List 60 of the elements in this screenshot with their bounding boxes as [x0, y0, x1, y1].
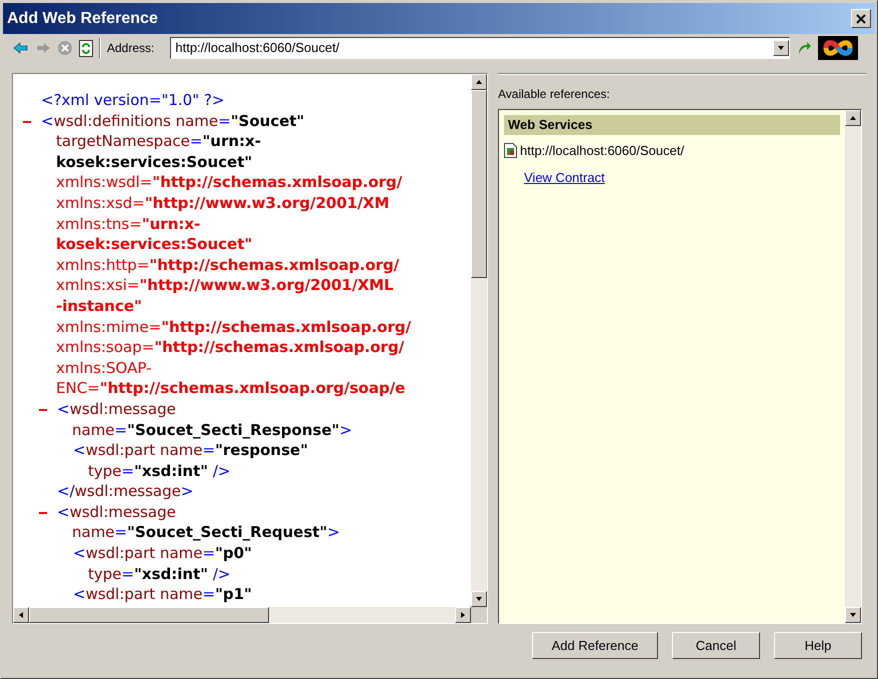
xml-line: xmlns:xsd="http://www.w3.org/2001/XM [56, 194, 390, 212]
scroll-thumb[interactable] [471, 90, 487, 278]
vertical-scrollbar[interactable] [471, 74, 487, 607]
scroll-down-button[interactable] [471, 591, 487, 607]
xml-line: <?xml version="1.0" ?> [41, 91, 224, 109]
close-button[interactable] [851, 9, 871, 28]
close-icon [856, 14, 866, 24]
xml-line: <wsdl:definitions name="Soucet" [41, 112, 304, 130]
xml-line: type="xsd:int" /> [88, 462, 230, 480]
xml-line: kosek:services:Soucet" [56, 235, 252, 254]
back-arrow-icon[interactable] [13, 41, 29, 55]
scroll-left-button[interactable] [13, 607, 29, 623]
logo-icon [818, 36, 858, 60]
arrow-icon [777, 44, 786, 52]
xml-line: xmlns:mime="http://schemas.xmlsoap.org/ [56, 318, 411, 336]
dropdown-button[interactable] [773, 40, 790, 56]
scroll-down-button[interactable] [845, 607, 861, 623]
arrow-icon [849, 114, 857, 122]
xml-line: <wsdl:part name="p1" [73, 585, 252, 604]
arrow-icon [17, 611, 25, 619]
xml-line: <wsdl:part name="p0" [73, 544, 252, 562]
xml-line: name="Soucet_Secti_Request"> [72, 523, 340, 542]
vertical-scrollbar[interactable] [845, 110, 861, 623]
xml-line: name="Soucet_Secti_Response"> [72, 420, 352, 438]
xml-line: <wsdl:part name="response" [73, 441, 308, 460]
scroll-up-button[interactable] [845, 110, 861, 126]
scroll-up-button[interactable] [471, 74, 487, 90]
service-url: http://localhost:6060/Soucet/ [520, 142, 684, 160]
xml-line: targetNamespace="urn:x- [56, 132, 261, 150]
dialog-button[interactable]: Cancel [672, 632, 760, 659]
address-field[interactable]: http://localhost:6060/Soucet/ [170, 37, 790, 59]
stop-icon[interactable] [57, 40, 73, 56]
xml-line: <wsdl:message [57, 400, 176, 418]
xml-line: </wsdl:message> [57, 482, 194, 500]
horizontal-scrollbar[interactable] [13, 607, 471, 623]
xml-line: xmlns:soap="http://schemas.xmlsoap.org/ [56, 338, 404, 356]
arrow-icon [849, 611, 857, 619]
xml-line: xmlns:http="http://schemas.xmlsoap.org/ [56, 256, 400, 274]
dialog-button[interactable]: Help [774, 632, 862, 659]
arrow-icon [475, 78, 483, 86]
xml-line: -instance" [56, 296, 142, 315]
document-icon [504, 143, 517, 158]
xml-line: xmlns:wsdl="http://schemas.xmlsoap.org/ [56, 173, 402, 192]
address-label: Address: [107, 40, 154, 57]
window-title: Add Web Reference [7, 8, 158, 28]
xml-line: type="xsd:int" /> [88, 564, 230, 583]
scroll-thumb[interactable] [29, 607, 269, 623]
section-header: Web Services [504, 115, 840, 135]
xml-line: xmlns:tns="urn:x- [56, 214, 200, 233]
dialog-button[interactable]: Add Reference [532, 632, 658, 659]
view-contract-link[interactable]: View Contract [524, 168, 605, 187]
scrollbar-corner [471, 607, 487, 623]
scroll-right-button[interactable] [455, 607, 471, 623]
available-references-label: Available references: [498, 86, 611, 103]
xml-line: ENC="http://schemas.xmlsoap.org/soap/e [56, 379, 406, 398]
xml-line: xmlns:xsi="http://www.w3.org/2001/XML [56, 276, 394, 294]
xml-line: xmlns:SOAP- [56, 358, 152, 377]
xml-line: <wsdl:message [57, 502, 176, 521]
refresh-icon[interactable] [79, 40, 93, 56]
xml-line: kosek:services:Soucet" [56, 152, 252, 171]
